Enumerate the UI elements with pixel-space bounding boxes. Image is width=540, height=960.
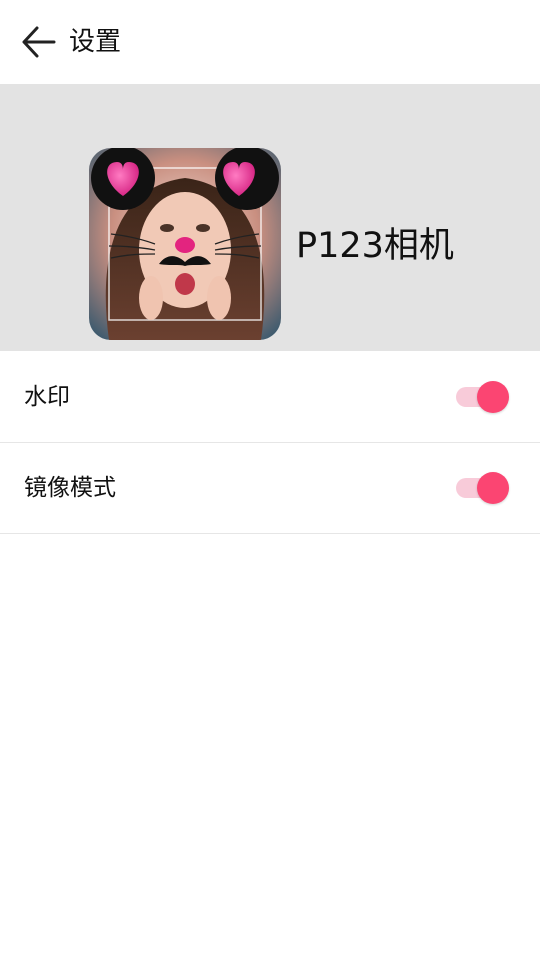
page-title: 设置 [69,27,122,57]
arrow-left-icon [22,26,56,58]
back-button[interactable] [14,18,62,66]
setting-label-mirror-mode: 镜像模式 [24,475,116,501]
app-banner: P123相机 [0,84,540,351]
toggle-thumb [477,472,509,504]
app-name: P123相机 [296,226,454,266]
watermark-toggle[interactable] [456,380,512,414]
mirror-mode-toggle[interactable] [456,471,512,505]
setting-row-mirror-mode[interactable]: 镜像模式 [0,443,540,534]
app-logo [89,148,281,340]
settings-screen: 设置 P123相机 水印 镜像模式 [0,0,540,960]
setting-row-watermark[interactable]: 水印 [0,352,540,443]
setting-label-watermark: 水印 [24,384,70,410]
toggle-thumb [477,381,509,413]
toolbar: 设置 [0,0,540,84]
